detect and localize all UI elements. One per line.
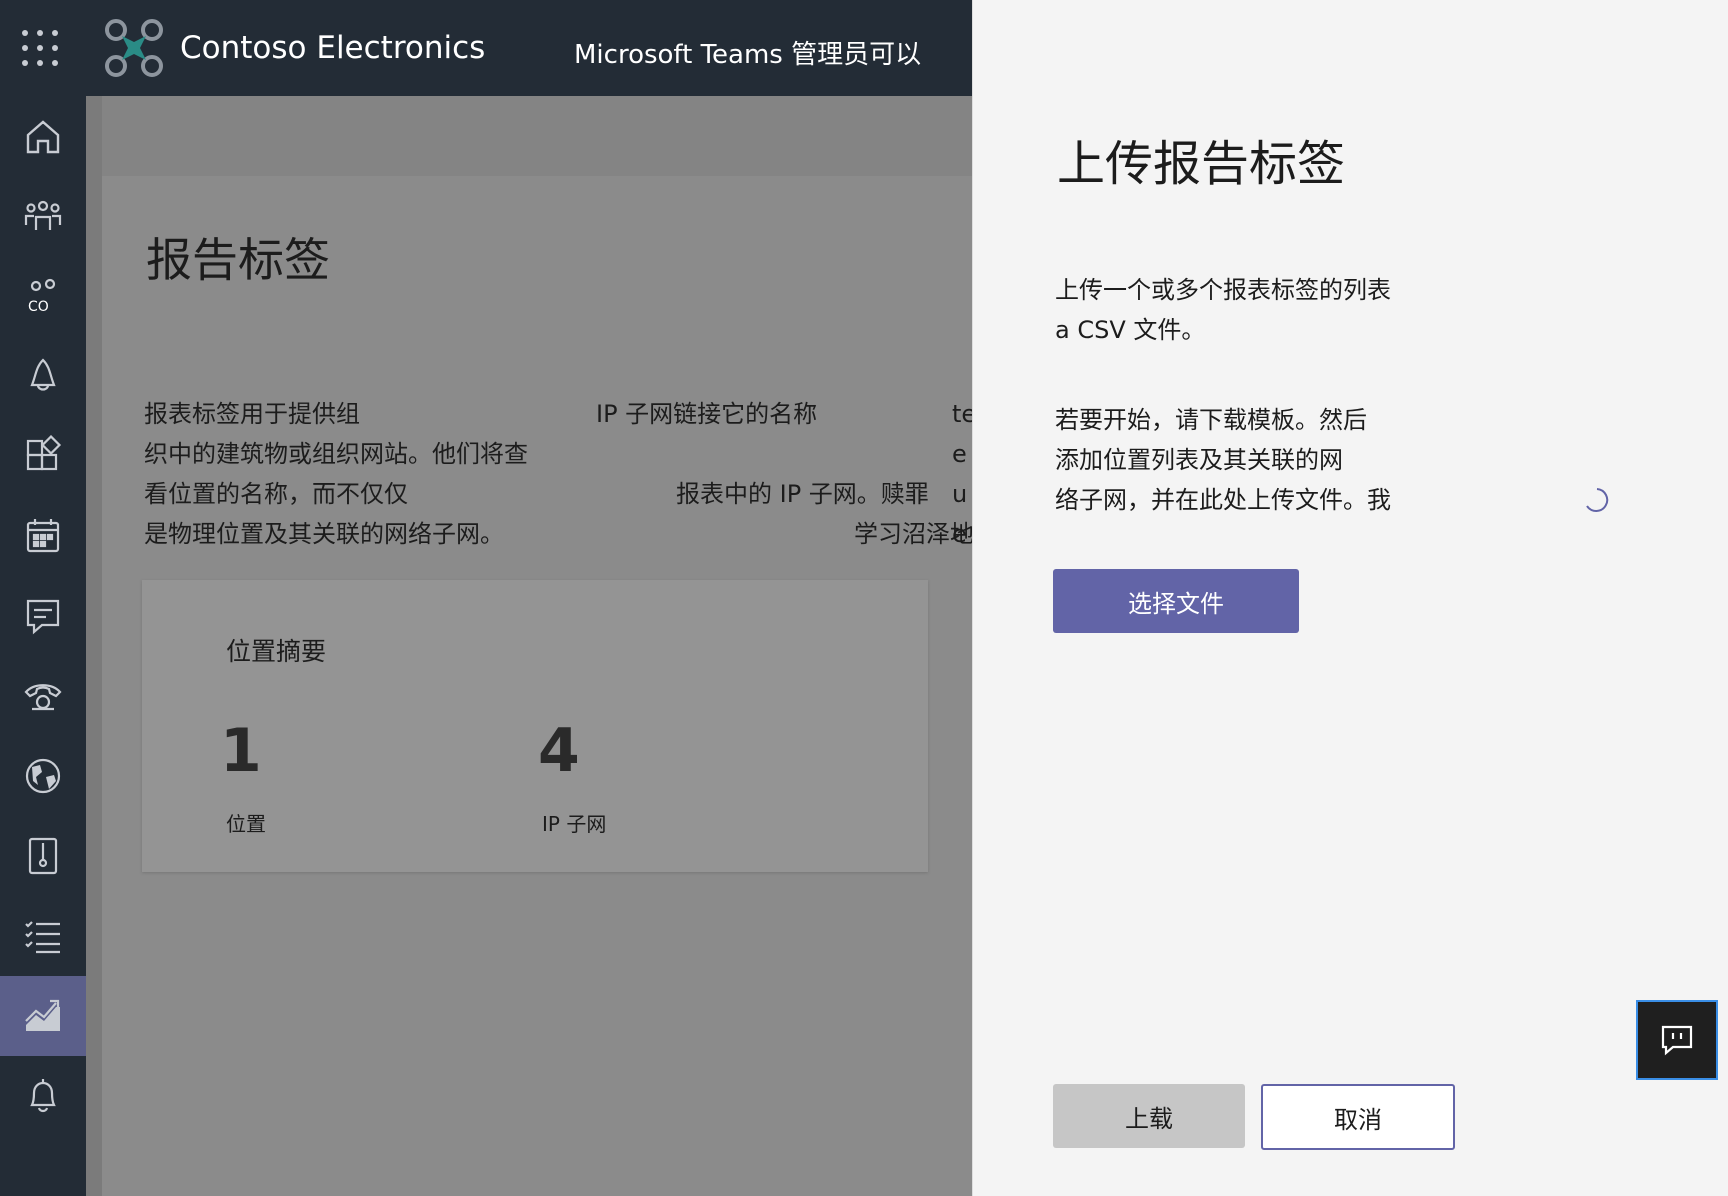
devices-icon [30, 358, 56, 391]
brand-name: Contoso Electronics [180, 30, 486, 66]
rail-planning[interactable] [0, 896, 86, 976]
main-scrollbar[interactable] [86, 96, 102, 1196]
subnets-count: 4 [538, 716, 580, 786]
feedback-icon [1661, 1025, 1693, 1056]
app-launcher-icon[interactable] [22, 30, 58, 66]
voice-icon [24, 684, 62, 711]
upload-panel: 上传报告标签 上传一个或多个报表标签的列表 a CSV 文件。 若要开始，请下载… [972, 0, 1728, 1196]
locations-count: 1 [220, 716, 262, 786]
main-content: 报告标签 报表标签用于提供组 织中的建筑物或组织网站。他们将查 看位置的名称，而… [86, 96, 976, 1196]
page-title: 报告标签 [146, 233, 330, 287]
upload-button[interactable]: 上载 [1053, 1084, 1245, 1148]
left-rail: CO [0, 96, 86, 1196]
meetings-icon [26, 519, 60, 553]
home-icon [26, 120, 60, 154]
teams-icon [24, 200, 62, 230]
policy-packages-icon [28, 837, 58, 875]
rail-locations[interactable] [0, 736, 86, 816]
rail-analytics[interactable] [0, 976, 86, 1056]
analytics-icon [25, 999, 60, 1031]
locations-icon [25, 758, 61, 794]
notifications-icon [30, 1079, 56, 1113]
panel-instructions: 若要开始，请下载模板。然后 添加位置列表及其关联的网 络子网，并在此处上传文件。… [1055, 406, 1391, 514]
card-title: 位置摘要 [226, 637, 327, 666]
rail-teams[interactable] [0, 176, 86, 256]
rail-apps[interactable] [0, 416, 86, 496]
rail-meetings[interactable] [0, 496, 86, 576]
feedback-button[interactable] [1636, 1000, 1718, 1080]
cancel-button[interactable]: 取消 [1261, 1084, 1455, 1150]
rail-users[interactable]: CO [0, 256, 86, 336]
locations-label: 位置 [226, 812, 266, 836]
header-message: Microsoft Teams 管理员可以 [574, 40, 922, 70]
apps-icon [26, 435, 62, 471]
description-left: 报表标签用于提供组 织中的建筑物或组织网站。他们将查 看位置的名称，而不仅仅 是… [144, 400, 528, 548]
rail-voice[interactable] [0, 656, 86, 736]
users-icon: CO [28, 278, 56, 315]
rail-messaging[interactable] [0, 576, 86, 656]
location-summary-card: 位置摘要 1 位置 4 IP 子网 [142, 580, 928, 872]
rail-notifications[interactable] [0, 1056, 86, 1136]
main-toolbar [102, 96, 972, 176]
loading-spinner-icon [1586, 488, 1609, 512]
panel-title: 上传报告标签 [1057, 136, 1346, 192]
description-middle: IP 子网链接它的名称 报表中的 IP 子网。赎罪 学习沼泽地 [596, 400, 974, 548]
svg-text:CO: CO [28, 299, 49, 315]
top-bar: Contoso Electronics Microsoft Teams 管理员可… [0, 0, 972, 96]
contoso-logo-icon [105, 19, 163, 77]
messaging-icon [26, 599, 60, 635]
panel-intro: 上传一个或多个报表标签的列表 a CSV 文件。 [1055, 276, 1391, 344]
rail-home[interactable] [0, 96, 86, 176]
rail-devices[interactable] [0, 336, 86, 416]
planning-icon [25, 921, 60, 954]
rail-policy-packages[interactable] [0, 816, 86, 896]
subnets-label: IP 子网 [542, 812, 607, 836]
choose-file-button[interactable]: 选择文件 [1053, 569, 1299, 633]
